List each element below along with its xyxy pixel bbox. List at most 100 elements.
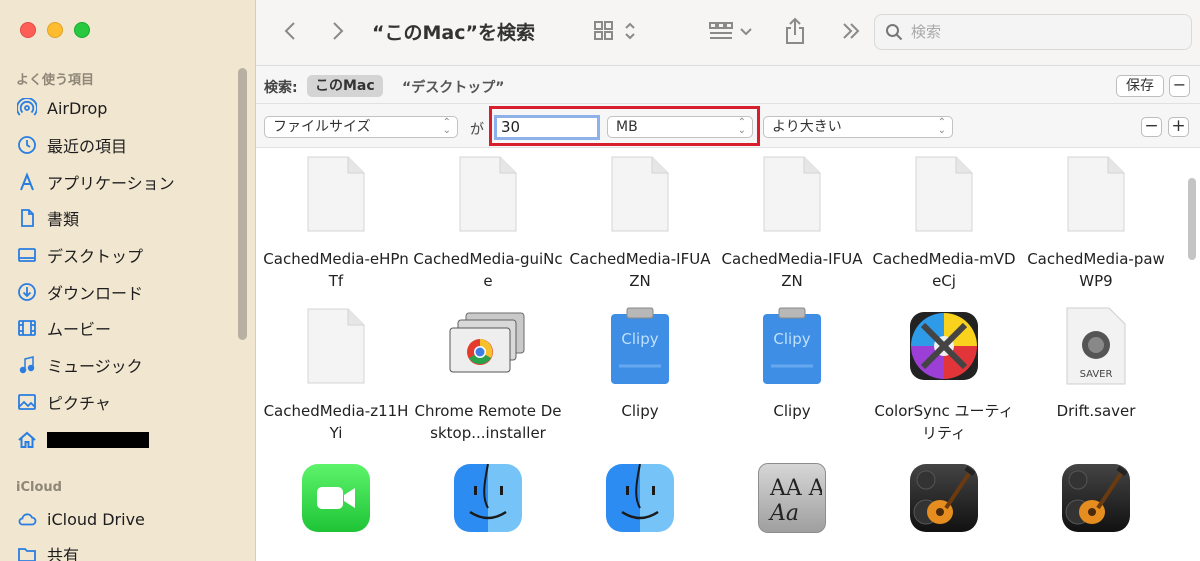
sidebar-item-label: アプリケーション xyxy=(47,174,175,193)
file-name: CachedMedia-guiNce xyxy=(413,250,563,290)
sidebar-item-label: デスクトップ xyxy=(47,247,144,266)
font-book-app-icon: AA AaAa xyxy=(752,458,832,538)
file-name: CachedMedia-IFUAZN xyxy=(569,250,711,290)
search-input[interactable] xyxy=(911,23,1171,41)
group-by-button[interactable] xyxy=(708,16,758,46)
sidebar-item-pictures[interactable]: ピクチャ xyxy=(16,387,236,417)
saver-icon-text: SAVER xyxy=(1080,369,1113,380)
scope-this-mac-button[interactable]: このMac xyxy=(307,75,383,97)
file-item[interactable] xyxy=(565,458,715,538)
minimize-window-button[interactable] xyxy=(47,22,63,38)
sidebar-item-movies[interactable]: ムービー xyxy=(16,313,236,343)
facetime-app-icon xyxy=(296,458,376,538)
share-button[interactable] xyxy=(784,16,806,46)
clipy-app-icon: Clipy xyxy=(752,306,832,386)
sidebar-item-documents[interactable]: 書類 xyxy=(16,203,236,233)
add-criterion-button[interactable]: + xyxy=(1168,117,1189,137)
remove-search-button[interactable]: − xyxy=(1169,75,1190,97)
attribute-popup[interactable]: ファイルサイズ ⌃ ⌄ xyxy=(264,116,458,138)
file-item[interactable]: Clipy Clipy xyxy=(717,306,867,422)
chevron-right-icon xyxy=(333,22,344,40)
document-file-icon xyxy=(296,306,376,386)
applications-icon xyxy=(16,171,38,193)
sidebar-item-label: ダウンロード xyxy=(47,284,144,303)
sidebar-item-airdrop[interactable]: AirDrop xyxy=(16,93,236,123)
search-field[interactable] xyxy=(874,14,1192,50)
forward-button[interactable] xyxy=(330,16,346,46)
window-title: “このMac”を検索 xyxy=(372,22,535,44)
comparison-popup-value: より大きい xyxy=(772,119,842,135)
finder-app-icon xyxy=(600,458,680,538)
sidebar-item-home[interactable] xyxy=(16,425,236,455)
file-item[interactable]: AA AaAa xyxy=(717,458,867,538)
group-icon xyxy=(709,22,752,39)
chrome-remote-desktop-installer-icon xyxy=(448,306,528,386)
double-chevron-icon xyxy=(843,23,860,39)
red-highlight-box xyxy=(489,106,760,146)
file-item[interactable]: SAVER Drift.saver xyxy=(1021,306,1171,422)
airdrop-icon xyxy=(16,97,38,119)
remove-criterion-button[interactable]: − xyxy=(1141,117,1162,137)
sidebar-item-desktop[interactable]: デスクトップ xyxy=(16,240,236,270)
search-scope-bar: 検索: このMac “デスクトップ” 保存 − xyxy=(256,66,1200,104)
scope-desktop-button[interactable]: “デスクトップ” xyxy=(402,77,504,97)
file-item[interactable]: CachedMedia-z11HYi xyxy=(261,306,411,444)
updown-arrow-icon: ⌃ ⌄ xyxy=(937,117,946,136)
comparison-popup[interactable]: より大きい ⌃ ⌄ xyxy=(763,116,953,138)
colorsync-utility-icon xyxy=(904,306,984,386)
icloud-heading: iCloud xyxy=(16,480,62,495)
file-item[interactable] xyxy=(413,458,563,538)
save-search-button[interactable]: 保存 xyxy=(1116,75,1164,97)
updown-arrow-icon: ⌃ ⌄ xyxy=(442,117,451,136)
results-scrollbar[interactable] xyxy=(1188,178,1196,260)
close-window-button[interactable] xyxy=(20,22,36,38)
sidebar-item-applications[interactable]: アプリケーション xyxy=(16,167,236,197)
file-item[interactable] xyxy=(869,458,1019,538)
clock-icon xyxy=(16,134,38,156)
document-icon xyxy=(16,207,38,229)
zoom-window-button[interactable] xyxy=(74,22,90,38)
sidebar-item-label: ムービー xyxy=(47,320,112,339)
sidebar-item-label: ミュージック xyxy=(47,357,143,376)
view-mode-button[interactable] xyxy=(592,16,642,46)
toolbar: “このMac”を検索 xyxy=(256,0,1200,66)
home-icon xyxy=(16,429,38,451)
attribute-popup-value: ファイルサイズ xyxy=(273,119,371,135)
clipy-icon-text: Clipy xyxy=(621,330,658,348)
music-icon xyxy=(16,354,38,376)
file-item[interactable]: CachedMedia-mVDeCj xyxy=(869,154,1019,292)
document-file-icon xyxy=(904,154,984,234)
document-file-icon xyxy=(752,154,832,234)
file-item[interactable]: CachedMedia-IFUAZN xyxy=(717,154,867,292)
desktop-icon xyxy=(16,244,38,266)
search-icon xyxy=(886,24,903,41)
sidebar-item-icloud-drive[interactable]: iCloud Drive xyxy=(16,504,236,534)
file-item[interactable]: Clipy Clipy xyxy=(565,306,715,422)
back-button[interactable] xyxy=(282,16,298,46)
more-toolbar-button[interactable] xyxy=(840,16,862,46)
file-item[interactable]: ColorSync ユーティリティ xyxy=(869,306,1019,444)
file-item[interactable]: Chrome Remote Desktop...installer xyxy=(413,306,563,444)
cloud-icon xyxy=(16,508,38,530)
sidebar-item-recents[interactable]: 最近の項目 xyxy=(16,130,236,160)
file-name: CachedMedia-eHPnTf xyxy=(263,250,409,290)
sidebar-item-downloads[interactable]: ダウンロード xyxy=(16,277,236,307)
fontbook-icon-text: AA Aa xyxy=(769,476,822,501)
file-item[interactable] xyxy=(1021,458,1171,538)
sidebar-item-music[interactable]: ミュージック xyxy=(16,350,236,380)
sidebar-item-label: 共有 xyxy=(47,546,80,561)
file-item[interactable]: CachedMedia-pawWP9 xyxy=(1021,154,1171,292)
file-item[interactable]: CachedMedia-IFUAZN xyxy=(565,154,715,292)
movie-icon xyxy=(16,317,38,339)
picture-icon xyxy=(16,391,38,413)
file-name: CachedMedia-IFUAZN xyxy=(721,250,863,290)
document-file-icon xyxy=(600,154,680,234)
file-item[interactable]: CachedMedia-guiNce xyxy=(413,154,563,292)
file-item[interactable]: CachedMedia-eHPnTf xyxy=(261,154,411,292)
sidebar-scrollbar[interactable] xyxy=(238,68,247,340)
file-name: ColorSync ユーティリティ xyxy=(874,402,1014,442)
sidebar-item-label: AirDrop xyxy=(47,98,108,118)
download-icon xyxy=(16,281,38,303)
sidebar-item-shared[interactable]: 共有 xyxy=(16,539,236,561)
file-item[interactable] xyxy=(261,458,411,538)
